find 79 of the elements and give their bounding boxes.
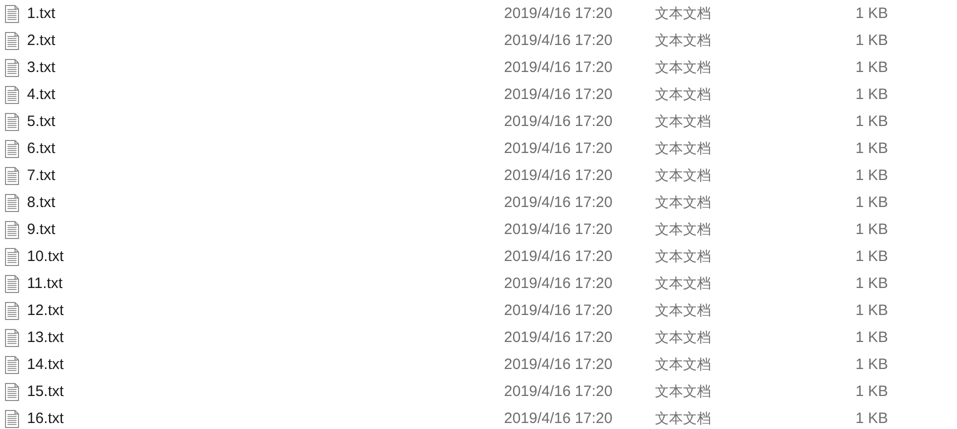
file-type: 文本文档 xyxy=(655,356,712,374)
file-size: 1 KB xyxy=(855,5,888,22)
modified-date: 2019/4/16 17:20 xyxy=(504,383,614,400)
modified-date: 2019/4/16 17:20 xyxy=(504,113,614,130)
text-file-icon xyxy=(4,328,20,346)
file-name[interactable]: 9.txt xyxy=(27,221,504,238)
file-type: 文本文档 xyxy=(655,328,712,346)
file-type: 文本文档 xyxy=(655,194,712,212)
text-file-icon xyxy=(4,302,20,320)
file-size: 1 KB xyxy=(855,167,888,184)
file-type: 文本文档 xyxy=(655,32,712,50)
file-name[interactable]: 6.txt xyxy=(27,140,504,157)
modified-date: 2019/4/16 17:20 xyxy=(504,59,614,76)
modified-date: 2019/4/16 17:20 xyxy=(504,140,614,157)
file-size: 1 KB xyxy=(855,410,888,427)
file-size: 1 KB xyxy=(855,32,888,49)
file-size: 1 KB xyxy=(855,302,888,319)
text-file-icon xyxy=(4,274,20,292)
file-name[interactable]: 14.txt xyxy=(27,356,504,373)
file-name[interactable]: 15.txt xyxy=(27,383,504,400)
text-file-icon xyxy=(4,166,20,184)
modified-date: 2019/4/16 17:20 xyxy=(504,356,614,373)
file-name[interactable]: 5.txt xyxy=(27,113,504,130)
file-type: 文本文档 xyxy=(655,86,712,104)
file-size: 1 KB xyxy=(855,59,888,76)
file-type: 文本文档 xyxy=(655,140,712,158)
file-name[interactable]: 4.txt xyxy=(27,86,504,103)
file-size: 1 KB xyxy=(855,194,888,211)
text-file-icon xyxy=(4,356,20,374)
file-type: 文本文档 xyxy=(655,302,712,320)
modified-date: 2019/4/16 17:20 xyxy=(504,302,614,319)
file-type: 文本文档 xyxy=(655,166,712,184)
text-file-icon xyxy=(4,248,20,266)
modified-date: 2019/4/16 17:20 xyxy=(504,167,614,184)
modified-date: 2019/4/16 17:20 xyxy=(504,248,614,265)
text-file-icon xyxy=(4,4,20,22)
modified-date: 2019/4/16 17:20 xyxy=(504,32,614,49)
file-type: 文本文档 xyxy=(655,410,712,428)
text-file-icon xyxy=(4,112,20,130)
file-size: 1 KB xyxy=(855,329,888,346)
file-size: 1 KB xyxy=(855,221,888,238)
text-file-icon xyxy=(4,194,20,212)
file-size: 1 KB xyxy=(855,140,888,157)
modified-date: 2019/4/16 17:20 xyxy=(504,221,614,238)
file-name[interactable]: 16.txt xyxy=(27,410,504,427)
file-type: 文本文档 xyxy=(655,274,712,292)
file-type: 文本文档 xyxy=(655,248,712,266)
file-type: 文本文档 xyxy=(655,58,712,76)
file-size: 1 KB xyxy=(855,275,888,292)
file-name[interactable]: 8.txt xyxy=(27,194,504,211)
modified-date: 2019/4/16 17:20 xyxy=(504,86,614,103)
file-name[interactable]: 2.txt xyxy=(27,32,504,49)
file-type: 文本文档 xyxy=(655,112,712,130)
text-file-icon xyxy=(4,86,20,104)
file-name[interactable]: 10.txt xyxy=(27,248,504,265)
text-file-icon xyxy=(4,140,20,158)
text-file-icon xyxy=(4,32,20,50)
file-type: 文本文档 xyxy=(655,220,712,238)
file-name[interactable]: 13.txt xyxy=(27,329,504,346)
file-type: 文本文档 xyxy=(655,382,712,400)
file-size: 1 KB xyxy=(855,248,888,265)
modified-date: 2019/4/16 17:20 xyxy=(504,410,614,427)
file-type: 文本文档 xyxy=(655,4,712,22)
text-file-icon xyxy=(4,220,20,238)
modified-date: 2019/4/16 17:20 xyxy=(504,275,614,292)
file-size: 1 KB xyxy=(855,86,888,103)
modified-date: 2019/4/16 17:20 xyxy=(504,5,614,22)
modified-date: 2019/4/16 17:20 xyxy=(504,194,614,211)
file-name[interactable]: 7.txt xyxy=(27,167,504,184)
modified-date: 2019/4/16 17:20 xyxy=(504,329,614,346)
file-name[interactable]: 12.txt xyxy=(27,302,504,319)
file-name[interactable]: 3.txt xyxy=(27,59,504,76)
text-file-icon xyxy=(4,58,20,76)
file-name[interactable]: 11.txt xyxy=(27,275,504,292)
file-size: 1 KB xyxy=(855,113,888,130)
file-size: 1 KB xyxy=(855,356,888,373)
file-size: 1 KB xyxy=(855,383,888,400)
text-file-icon xyxy=(4,382,20,400)
file-name[interactable]: 1.txt xyxy=(27,5,504,22)
